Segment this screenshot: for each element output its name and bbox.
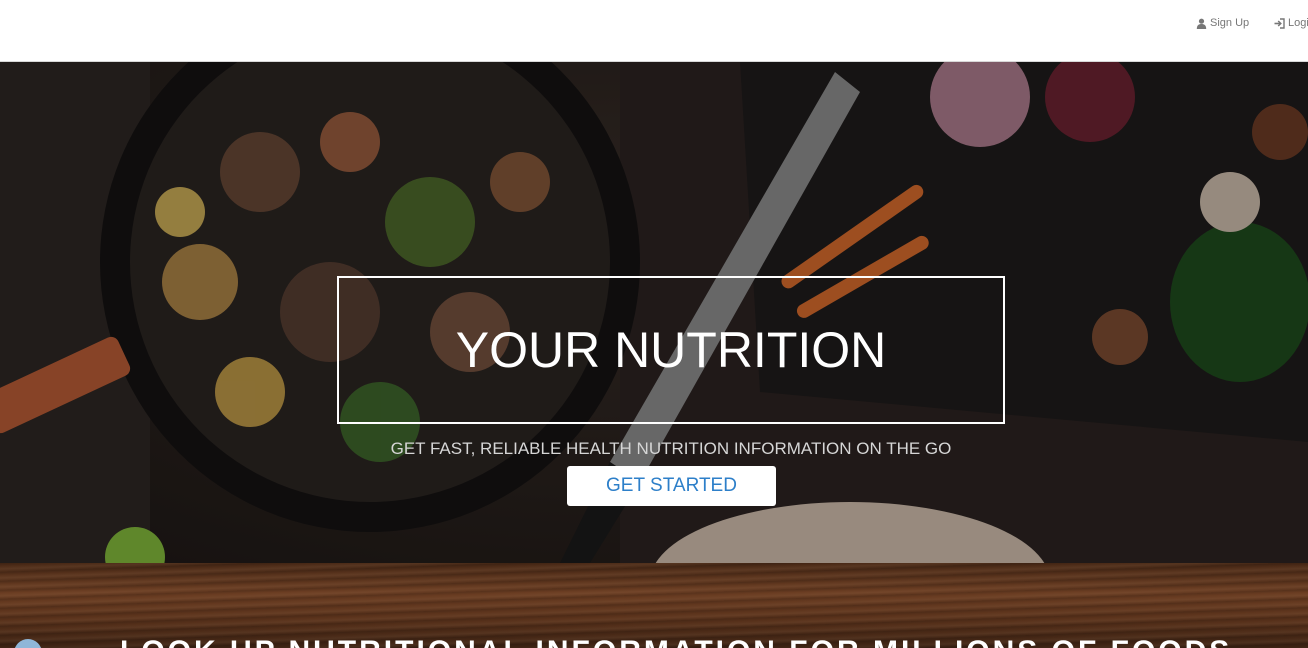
hero-title-box: YOUR NUTRITION <box>337 276 1005 424</box>
top-navbar: Sign Up Login <box>0 0 1308 62</box>
hero-banner: YOUR NUTRITION GET FAST, RELIABLE HEALTH… <box>0 62 1308 563</box>
search-icon <box>14 639 42 648</box>
signup-label: Sign Up <box>1210 17 1250 29</box>
login-link[interactable]: Login <box>1274 17 1308 29</box>
lookup-section: LOOK UP NUTRITIONAL INFORMATION FOR MILL… <box>0 563 1308 648</box>
hero-subtitle: GET FAST, RELIABLE HEALTH NUTRITION INFO… <box>390 439 952 458</box>
signup-link[interactable]: Sign Up <box>1196 17 1249 29</box>
login-label: Login <box>1288 17 1308 29</box>
hero-title: YOUR NUTRITION <box>455 322 887 378</box>
get-started-button[interactable]: GET STARTED <box>567 466 776 506</box>
lookup-heading: LOOK UP NUTRITIONAL INFORMATION FOR MILL… <box>120 635 1232 648</box>
user-icon <box>1196 18 1207 29</box>
log-in-icon <box>1274 17 1285 29</box>
